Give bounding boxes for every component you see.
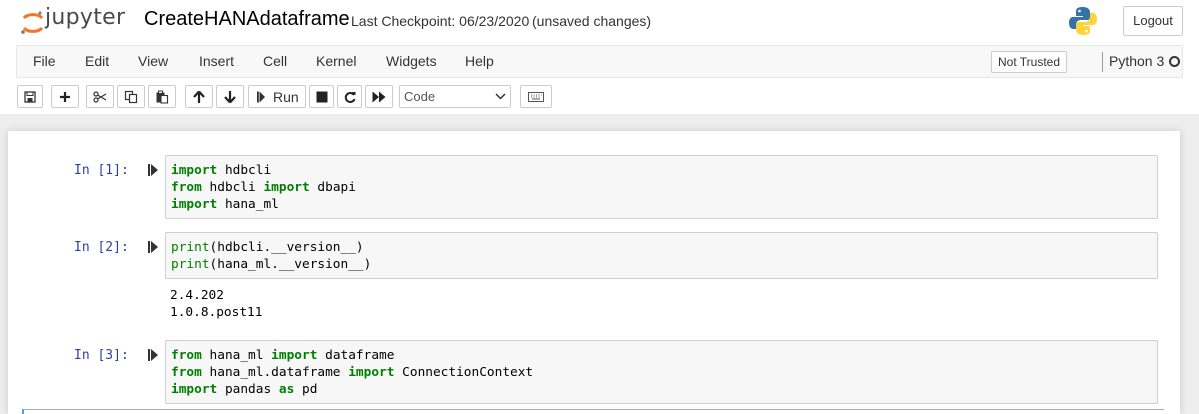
- code-line: from hana_ml.dataframe import Connection…: [171, 365, 533, 380]
- code-text: dataframe: [317, 348, 395, 363]
- code-line: import pandas as pd: [171, 382, 317, 397]
- code-keyword: import: [171, 382, 218, 397]
- fast-forward-icon: [372, 91, 386, 102]
- jupyter-logo-icon: [21, 11, 44, 34]
- header: jupyter CreateHANAdataframe Last Checkpo…: [0, 0, 1199, 114]
- paste-icon: [156, 90, 169, 103]
- code-keyword: import: [171, 197, 218, 212]
- jupyter-logo[interactable]: jupyter: [18, 5, 138, 36]
- code-text: (hana_ml.__version__): [209, 257, 372, 272]
- run-label: Run: [273, 89, 299, 105]
- notebook-name[interactable]: CreateHANAdataframe: [144, 8, 350, 31]
- code-line: print(hana_ml.__version__): [171, 257, 371, 272]
- paste-button[interactable]: [148, 85, 176, 108]
- code-line: from hana_ml import dataframe: [171, 348, 394, 363]
- restart-icon: [344, 91, 355, 103]
- code-text: pandas: [217, 382, 279, 397]
- run-button[interactable]: Run: [248, 85, 306, 108]
- arrow-down-icon: [224, 90, 236, 103]
- checkpoint-status: Last Checkpoint: 06/23/2020: [351, 13, 530, 29]
- code-text: hdbcli: [201, 180, 264, 195]
- menubar: File Edit View Insert Cell Kernel Widget…: [16, 45, 1183, 78]
- arrow-up-icon: [193, 90, 205, 103]
- code-builtin: print: [171, 240, 210, 255]
- code-keyword: as: [278, 382, 295, 397]
- copy-icon: [124, 90, 138, 103]
- run-cell-2-icon[interactable]: [148, 241, 158, 253]
- cell-3-prompt: In [3]:: [74, 348, 129, 363]
- trust-notebook-button[interactable]: Not Trusted: [991, 51, 1067, 73]
- insert-cell-button[interactable]: [51, 85, 79, 108]
- kernel-separator: [1102, 52, 1103, 72]
- code-keyword: import: [348, 365, 395, 380]
- logout-button[interactable]: Logout: [1123, 6, 1183, 36]
- copy-button[interactable]: [117, 85, 145, 108]
- cell-2-input[interactable]: print(hdbcli.__version__) print(hana_ml._…: [165, 232, 1158, 279]
- code-text: ConnectionContext: [394, 365, 534, 380]
- code-text: dbapi: [309, 180, 356, 195]
- code-keyword: import: [171, 163, 218, 178]
- menu-view[interactable]: View: [138, 53, 168, 69]
- chevron-down-icon: [495, 93, 506, 100]
- cut-icon: [93, 90, 107, 103]
- code-line: import hdbcli: [171, 163, 271, 178]
- code-text: hana_ml.dataframe: [201, 365, 349, 380]
- cell-2-prompt: In [2]:: [74, 240, 129, 255]
- code-text: hdbcli: [217, 163, 272, 178]
- code-text: (hdbcli.__version__): [209, 240, 364, 255]
- menu-widgets[interactable]: Widgets: [386, 53, 437, 69]
- menu-edit[interactable]: Edit: [85, 53, 109, 69]
- command-palette-button[interactable]: [520, 85, 552, 108]
- kernel-idle-indicator-icon: [1169, 56, 1180, 67]
- move-cell-down-button[interactable]: [216, 85, 244, 108]
- cell-1-prompt: In [1]:: [74, 163, 129, 178]
- stop-icon: [316, 91, 327, 102]
- python-logo-icon: [1069, 7, 1097, 35]
- interrupt-kernel-button[interactable]: [309, 85, 334, 108]
- cell-type-select[interactable]: Code: [399, 85, 511, 108]
- cell-2-output-line: 1.0.8.post11: [170, 305, 263, 320]
- logo-text: jupyter: [45, 5, 126, 30]
- code-line: from hdbcli import dbapi: [171, 180, 356, 195]
- cell-1-input[interactable]: import hdbcli from hdbcli import dbapi imp…: [165, 155, 1158, 219]
- code-text: hana_ml: [217, 197, 279, 212]
- code-keyword: from: [171, 180, 202, 195]
- step-forward-icon: [257, 91, 265, 102]
- code-keyword: import: [263, 180, 310, 195]
- code-keyword: from: [171, 348, 202, 363]
- menu-kernel[interactable]: Kernel: [316, 53, 356, 69]
- cell-3-input[interactable]: from hana_ml import dataframe from hana_m…: [165, 340, 1158, 404]
- keyboard-icon: [528, 91, 544, 102]
- code-text: hana_ml: [201, 348, 272, 363]
- menu-help[interactable]: Help: [465, 53, 494, 69]
- cut-button[interactable]: [86, 85, 114, 108]
- restart-kernel-button[interactable]: [337, 85, 362, 108]
- move-cell-up-button[interactable]: [185, 85, 213, 108]
- save-icon: [24, 90, 36, 103]
- code-keyword: from: [171, 365, 202, 380]
- run-cell-3-icon[interactable]: [148, 349, 158, 361]
- code-line: import hana_ml: [171, 197, 279, 212]
- cell-2-output-line: 2.4.202: [170, 288, 224, 303]
- next-cell-selected[interactable]: [22, 409, 1164, 414]
- save-button[interactable]: [17, 85, 43, 108]
- menu-cell[interactable]: Cell: [263, 53, 287, 69]
- plus-icon: [60, 91, 70, 102]
- code-keyword: import: [271, 348, 318, 363]
- restart-run-all-button[interactable]: [365, 85, 393, 108]
- code-text: pd: [294, 382, 318, 397]
- run-cell-1-icon[interactable]: [148, 164, 158, 176]
- menu-insert[interactable]: Insert: [199, 53, 234, 69]
- code-builtin: print: [171, 257, 210, 272]
- cell-type-value: Code: [404, 89, 436, 104]
- menu-file[interactable]: File: [33, 53, 56, 69]
- code-line: print(hdbcli.__version__): [171, 240, 364, 255]
- kernel-name[interactable]: Python 3: [1109, 53, 1164, 69]
- autosave-status: (unsaved changes): [532, 13, 652, 29]
